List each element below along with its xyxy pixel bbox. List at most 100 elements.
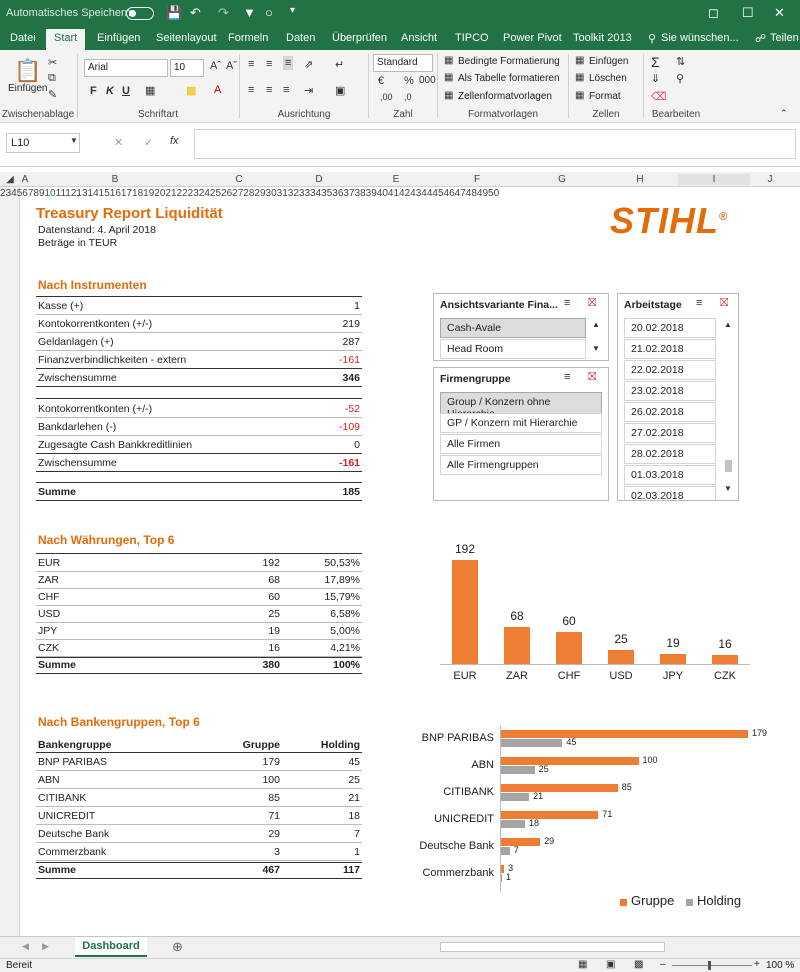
- chart-bar[interactable]: [556, 631, 582, 664]
- slicer-item[interactable]: Alle Firmengruppen: [440, 455, 602, 475]
- slicer-item[interactable]: 02.03.2018: [624, 486, 716, 500]
- col-header[interactable]: E: [360, 174, 432, 185]
- page-break-view-icon[interactable]: ▩: [634, 959, 643, 970]
- tab-datei[interactable]: Datei: [10, 32, 36, 44]
- sort-filter-icon[interactable]: ⇅: [676, 55, 685, 68]
- col-header[interactable]: D: [278, 174, 360, 185]
- row-header[interactable]: 26: [221, 188, 232, 199]
- row-header[interactable]: 48: [466, 188, 477, 199]
- row-header[interactable]: 25: [210, 188, 221, 199]
- tab-start[interactable]: Start: [46, 29, 86, 50]
- insert-cells-button[interactable]: Einfügen: [589, 56, 628, 67]
- grow-font-icon[interactable]: Aˆ: [210, 60, 221, 72]
- cell-styles-button[interactable]: Zellenformatvorlagen: [458, 91, 552, 102]
- share-button[interactable]: Teilen: [770, 32, 799, 44]
- slicer-item[interactable]: GP / Konzern mit Hierarchie: [440, 413, 602, 433]
- row-header[interactable]: 16: [110, 188, 121, 199]
- name-box[interactable]: L10: [6, 133, 80, 153]
- scroll-down-icon[interactable]: ▼: [724, 484, 732, 493]
- delete-cells-icon[interactable]: ▦: [575, 72, 584, 83]
- collapse-ribbon-icon[interactable]: ⌃: [780, 108, 788, 119]
- page-layout-view-icon[interactable]: ▣: [606, 959, 615, 970]
- col-header[interactable]: F: [432, 174, 522, 185]
- row-header[interactable]: 21: [165, 188, 176, 199]
- autosave-toggle[interactable]: [126, 7, 154, 20]
- row-header[interactable]: 45: [432, 188, 443, 199]
- row-header[interactable]: 47: [455, 188, 466, 199]
- col-header[interactable]: G: [522, 174, 602, 185]
- row-header[interactable]: 44: [421, 188, 432, 199]
- slicer-item[interactable]: Alle Firmen: [440, 434, 602, 454]
- chart-bar-holding[interactable]: [500, 847, 510, 855]
- as-table-icon[interactable]: ▦: [444, 72, 453, 83]
- chart-bar[interactable]: [452, 560, 478, 664]
- row-header[interactable]: 38: [355, 188, 366, 199]
- row-header[interactable]: 46: [444, 188, 455, 199]
- row-header[interactable]: 50: [488, 188, 499, 199]
- chart-bar-gruppe[interactable]: [500, 730, 748, 738]
- row-header[interactable]: 24: [199, 188, 210, 199]
- row-header[interactable]: 30: [266, 188, 277, 199]
- tab-ansicht[interactable]: Ansicht: [401, 32, 437, 44]
- formula-input[interactable]: [194, 129, 796, 159]
- clear-filter-icon[interactable]: ⛝: [588, 371, 596, 384]
- format-cells-button[interactable]: Format: [589, 91, 621, 102]
- chart-bar[interactable]: [504, 627, 530, 664]
- slicer-item[interactable]: 01.03.2018: [624, 465, 716, 485]
- row-header[interactable]: 41: [388, 188, 399, 199]
- align-left-icon[interactable]: ≡: [248, 84, 254, 96]
- chart-bar-gruppe[interactable]: [500, 757, 639, 765]
- bold-button[interactable]: F: [90, 85, 97, 97]
- row-header[interactable]: 10: [45, 188, 56, 199]
- insert-cells-icon[interactable]: ▦: [575, 55, 584, 66]
- find-select-icon[interactable]: ⚲: [676, 72, 684, 85]
- chart-bar-holding[interactable]: [500, 820, 525, 828]
- row-header[interactable]: 18: [132, 188, 143, 199]
- row-header[interactable]: 11: [56, 188, 66, 199]
- indent-icon[interactable]: ⇥: [304, 84, 313, 97]
- row-header[interactable]: 29: [254, 188, 265, 199]
- sheet-tab-dashboard[interactable]: Dashboard: [75, 937, 147, 957]
- format-cells-icon[interactable]: ▦: [575, 90, 584, 101]
- tab-toolkit[interactable]: Toolkit 2013: [573, 32, 632, 44]
- merge-icon[interactable]: ▣: [335, 84, 345, 97]
- orientation-icon[interactable]: ⇗: [304, 58, 313, 71]
- scroll-down-icon[interactable]: ▼: [592, 344, 600, 353]
- font-color-icon[interactable]: A: [214, 84, 221, 96]
- copy-icon[interactable]: ⧉: [48, 72, 56, 85]
- ribbon-display-icon[interactable]: ◻: [708, 5, 719, 21]
- horizontal-scrollbar[interactable]: [440, 942, 665, 952]
- as-table-button[interactable]: Als Tabelle formatieren: [458, 73, 560, 84]
- close-button[interactable]: ✕: [774, 5, 785, 21]
- chart-bar-gruppe[interactable]: [500, 838, 541, 846]
- row-header[interactable]: 36: [332, 188, 343, 199]
- row-header[interactable]: 49: [477, 188, 488, 199]
- clear-icon[interactable]: ⌫: [651, 90, 667, 103]
- row-header[interactable]: 28: [243, 188, 254, 199]
- multiselect-icon[interactable]: ≡: [696, 297, 702, 309]
- format-painter-icon[interactable]: ✎: [48, 88, 57, 101]
- chart-bar-holding[interactable]: [500, 793, 530, 801]
- percent-icon[interactable]: %: [404, 75, 414, 87]
- row-header[interactable]: 39: [366, 188, 377, 199]
- row-header[interactable]: 20: [154, 188, 165, 199]
- row-header[interactable]: 17: [121, 188, 132, 199]
- currency-chart[interactable]: 192 EUR 68 ZAR 60 CHF 25 USD 19 JPY 16 CZK: [440, 540, 750, 690]
- row-header[interactable]: 22: [177, 188, 188, 199]
- clear-filter-icon[interactable]: ⛝: [720, 297, 728, 310]
- align-center-icon[interactable]: ≡: [266, 84, 272, 96]
- underline-button[interactable]: U: [122, 85, 130, 97]
- slicer-item[interactable]: Cash-Avale: [440, 318, 586, 338]
- currency-icon[interactable]: €: [378, 75, 384, 87]
- chart-bar-holding[interactable]: [500, 766, 535, 774]
- multiselect-icon[interactable]: ≡: [564, 371, 570, 383]
- row-header[interactable]: 14: [88, 188, 99, 199]
- enter-icon[interactable]: ✓: [144, 136, 153, 149]
- align-bottom-icon[interactable]: ≡: [283, 56, 294, 70]
- zoom-slider-thumb[interactable]: [708, 961, 711, 970]
- scroll-up-icon[interactable]: ▲: [724, 320, 732, 329]
- row-header[interactable]: 34: [310, 188, 321, 199]
- customize-qat-icon[interactable]: ▾: [290, 5, 295, 16]
- scroll-up-icon[interactable]: ▲: [592, 320, 600, 329]
- bank-chart[interactable]: BNP PARIBAS 179 45 ABN 100 25 CITIBANK 85 21 UNIC…: [410, 722, 770, 912]
